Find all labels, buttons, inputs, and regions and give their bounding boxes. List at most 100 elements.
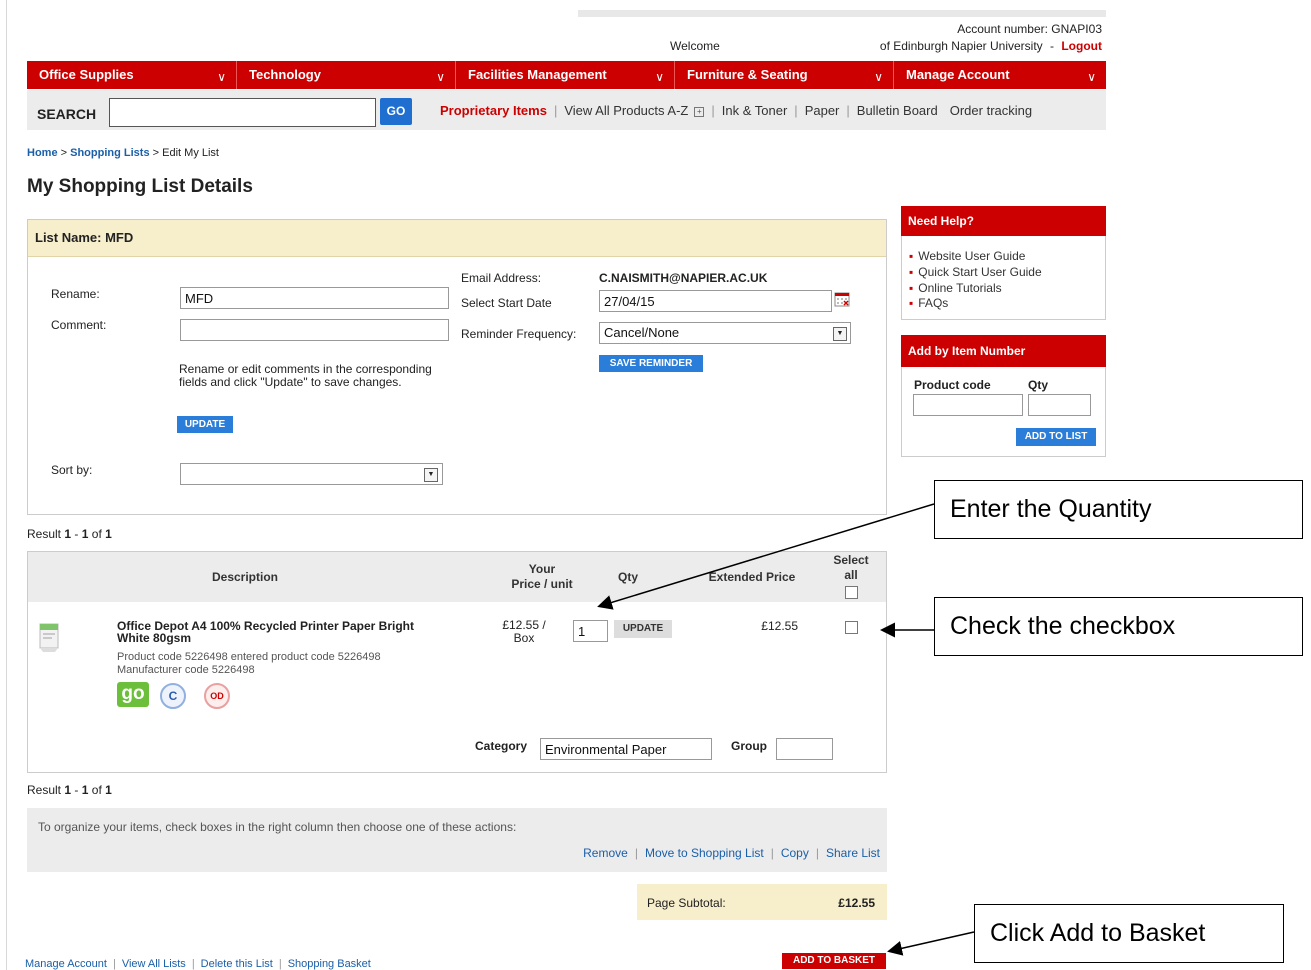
copy-link[interactable]: Copy — [781, 846, 809, 860]
result-prefix: Result — [27, 527, 62, 541]
update-list-button[interactable]: UPDATE — [177, 416, 233, 433]
expand-icon[interactable]: + — [694, 106, 705, 117]
add-to-list-button[interactable]: ADD TO LIST — [1016, 428, 1096, 446]
main-nav: Office Supplies ∨ Technology ∨ Facilities … — [27, 61, 1106, 89]
org-dash: - — [1050, 39, 1054, 53]
nav-tab-technology[interactable]: Technology ∨ — [237, 61, 456, 89]
nav-tab-manage-account[interactable]: Manage Account ∨ — [894, 61, 1106, 89]
dropdown-arrow-icon[interactable]: ▼ — [424, 468, 438, 482]
calendar-icon[interactable] — [834, 291, 850, 307]
sort-by-label: Sort by: — [51, 463, 93, 477]
proprietary-items-link[interactable]: Proprietary Items — [440, 103, 547, 118]
account-org: of Edinburgh Napier University - Logout — [800, 39, 1102, 53]
result-to: 1 — [81, 783, 89, 797]
email-label: Email Address: — [461, 271, 542, 285]
help-link-quick-start[interactable]: Quick Start User Guide — [909, 265, 1041, 279]
ink-toner-link[interactable]: Ink & Toner — [722, 103, 788, 118]
item-qty-input[interactable] — [573, 620, 608, 642]
rename-input[interactable] — [180, 287, 449, 309]
unit-price: £12.55 / Box — [489, 619, 559, 645]
list-name-heading: List Name: MFD — [35, 230, 134, 245]
share-list-link[interactable]: Share List — [826, 846, 880, 860]
chevron-down-icon: ∨ — [217, 70, 226, 84]
bulletin-board-link[interactable]: Bulletin Board — [857, 103, 938, 118]
order-tracking-link[interactable]: Order tracking — [950, 103, 1032, 118]
chevron-down-icon: ∨ — [655, 70, 664, 84]
result-from: 1 — [64, 783, 72, 797]
help-link-tutorials[interactable]: Online Tutorials — [909, 281, 1001, 295]
unit-price-line2: Box — [513, 631, 535, 645]
rename-help-text: Rename or edit comments in the correspon… — [179, 362, 432, 389]
subtotal-value: £12.55 — [838, 896, 875, 910]
email-value: C.NAISMITH@NAPIER.AC.UK — [599, 271, 768, 285]
breadcrumb-sep: > — [60, 147, 68, 159]
help-link-faqs[interactable]: FAQs — [909, 296, 948, 310]
footer-manage-account[interactable]: Manage Account — [25, 958, 107, 970]
nav-tab-furniture[interactable]: Furniture & Seating ∨ — [675, 61, 894, 89]
nav-tab-office-supplies[interactable]: Office Supplies ∨ — [27, 61, 237, 89]
product-name-line2: White 80gsm — [117, 631, 192, 645]
chevron-down-icon: ∨ — [1087, 70, 1096, 84]
actions-links: Remove | Move to Shopping List | Copy | Share … — [583, 846, 880, 860]
callout-check-checkbox: Check the checkbox — [934, 597, 1303, 656]
footer-shopping-basket[interactable]: Shopping Basket — [288, 958, 371, 970]
add-qty-input[interactable] — [1028, 394, 1091, 416]
welcome-text: Welcome — [670, 39, 720, 53]
view-all-products-link[interactable]: View All Products A-Z — [564, 103, 688, 118]
comment-input[interactable] — [180, 319, 449, 341]
quick-links: Proprietary Items | View All Products A-Z +… — [440, 103, 1033, 118]
breadcrumb: Home > Shopping Lists > Edit My List — [27, 147, 219, 159]
sort-by-select[interactable] — [180, 463, 443, 485]
logout-link[interactable]: Logout — [1061, 39, 1102, 53]
footer-view-all-lists[interactable]: View All Lists — [122, 958, 186, 970]
nav-tab-label: Manage Account — [906, 67, 1010, 82]
add-to-basket-button[interactable]: ADD TO BASKET — [782, 953, 886, 969]
breadcrumb-current: Edit My List — [162, 147, 219, 159]
nav-tab-facilities[interactable]: Facilities Management ∨ — [456, 61, 675, 89]
group-label: Group — [731, 739, 767, 753]
col-description: Description — [211, 570, 278, 584]
result-to: 1 — [81, 527, 89, 541]
footer-links: Manage Account | View All Lists | Delete thi… — [25, 958, 371, 970]
org-name: of Edinburgh Napier University — [879, 39, 1043, 53]
product-thumbnail[interactable] — [37, 616, 61, 654]
breadcrumb-home[interactable]: Home — [27, 147, 58, 159]
search-input[interactable] — [109, 98, 376, 127]
top-strip — [578, 10, 1106, 17]
footer-delete-list[interactable]: Delete this List — [201, 958, 273, 970]
product-code-label: Product code — [914, 378, 991, 392]
go-green-icon: go — [117, 682, 149, 707]
breadcrumb-sep: > — [152, 147, 160, 159]
save-reminder-button[interactable]: SAVE REMINDER — [599, 355, 703, 372]
manufacturer-code: Manufacturer code 5226498 — [117, 664, 255, 676]
dropdown-arrow-icon[interactable]: ▼ — [833, 327, 847, 341]
reminder-select[interactable]: Cancel/None — [599, 322, 851, 344]
help-link-website-guide[interactable]: Website User Guide — [909, 249, 1025, 263]
group-input[interactable] — [776, 738, 833, 760]
callout-add-to-basket: Click Add to Basket — [974, 904, 1284, 963]
col-select-line2: all — [844, 568, 858, 582]
select-all-checkbox[interactable] — [845, 586, 858, 599]
breadcrumb-shopping-lists[interactable]: Shopping Lists — [70, 147, 149, 159]
product-code-input[interactable] — [913, 394, 1023, 416]
result-count-bottom: Result 1 - 1 of 1 — [27, 783, 112, 797]
account-number: Account number: GNAPI03 — [957, 22, 1102, 36]
result-prefix: Result — [27, 783, 62, 797]
move-to-list-link[interactable]: Move to Shopping List — [645, 846, 764, 860]
paper-link[interactable]: Paper — [805, 103, 840, 118]
extended-price: £12.55 — [761, 619, 798, 633]
arrow-to-basket — [887, 931, 975, 956]
result-dash: - — [74, 527, 79, 541]
item-select-checkbox[interactable] — [845, 621, 858, 634]
c-badge-icon: C — [160, 683, 186, 709]
category-input[interactable] — [540, 738, 712, 760]
product-codes: Product code 5226498 entered product cod… — [117, 651, 381, 663]
go-button[interactable]: GO — [380, 98, 412, 125]
product-name[interactable]: Office Depot A4 100% Recycled Printer Pa… — [117, 620, 414, 644]
remove-link[interactable]: Remove — [583, 846, 628, 860]
start-date-input[interactable] — [599, 290, 832, 312]
update-qty-button[interactable]: UPDATE — [614, 620, 672, 638]
result-of: of — [91, 527, 102, 541]
od-badge-icon: OD — [204, 683, 230, 709]
result-dash: - — [74, 783, 79, 797]
